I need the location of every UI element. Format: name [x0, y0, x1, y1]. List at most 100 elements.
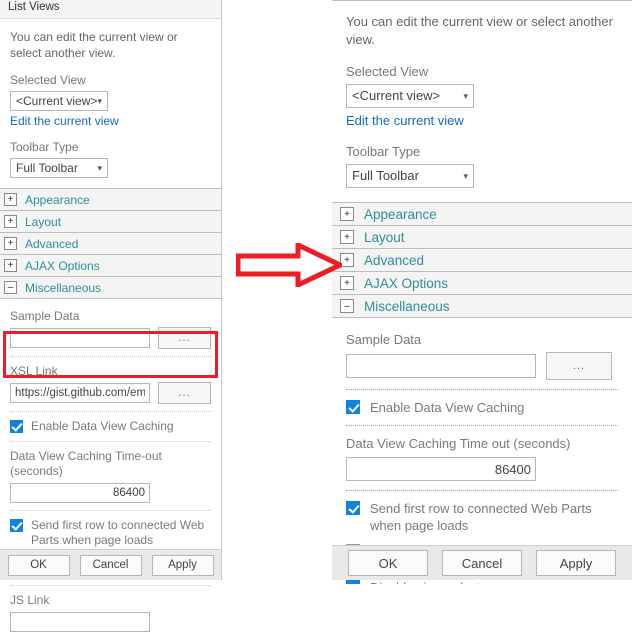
section-header-appearance[interactable]: + Appearance — [332, 203, 632, 227]
section-label: Miscellaneous — [364, 298, 450, 314]
chevron-down-icon: ▾ — [97, 163, 102, 174]
ok-button[interactable]: OK — [348, 550, 428, 576]
panel-intro-text: You can edit the current view or select … — [346, 14, 613, 47]
section-header-ajax-options[interactable]: + AJAX Options — [332, 272, 632, 296]
left-panel-footer: OK Cancel Apply — [0, 549, 221, 580]
edit-current-view-link[interactable]: Edit the current view — [346, 113, 464, 128]
send-first-row-label: Send first row to connected Web Parts wh… — [31, 518, 205, 548]
collapse-minus-icon[interactable]: – — [340, 299, 354, 314]
section-label: AJAX Options — [25, 258, 100, 273]
section-header-advanced[interactable]: + Advanced — [0, 233, 221, 256]
js-link-label: JS Link — [10, 593, 50, 608]
cancel-button[interactable]: Cancel — [442, 550, 522, 576]
section-label: AJAX Options — [364, 275, 449, 291]
section-label: Appearance — [364, 206, 437, 222]
apply-button[interactable]: Apply — [151, 554, 214, 576]
divider — [346, 490, 618, 492]
selected-view-dropdown[interactable]: <Current view> ▾ — [346, 84, 474, 109]
cache-timeout-label: Data View Caching Time out (seconds) — [346, 436, 571, 452]
disable-view-selector-checkbox[interactable] — [346, 580, 360, 585]
cache-timeout-input[interactable] — [346, 457, 536, 482]
apply-button[interactable]: Apply — [536, 550, 616, 576]
sample-data-input[interactable] — [346, 354, 536, 379]
enable-data-view-caching-label: Enable Data View Caching — [31, 419, 174, 434]
selected-view-label: Selected View — [346, 64, 429, 80]
divider — [10, 411, 211, 413]
selected-view-label: Selected View — [10, 73, 86, 88]
section-accordion: + Appearance + Layout + Advanced + AJAX … — [332, 202, 632, 319]
chevron-down-icon: ▾ — [463, 91, 468, 102]
enable-data-view-caching-row[interactable]: Enable Data View Caching — [346, 399, 618, 416]
enable-data-view-caching-row[interactable]: Enable Data View Caching — [10, 419, 211, 434]
toolbar-type-label: Toolbar Type — [10, 140, 79, 155]
red-arrow-annotation — [236, 243, 342, 287]
cancel-button[interactable]: Cancel — [79, 554, 142, 576]
section-label: Layout — [364, 229, 405, 245]
enable-data-view-caching-checkbox[interactable] — [10, 420, 23, 434]
divider — [346, 425, 618, 427]
xsl-link-label: XSL Link — [10, 364, 58, 379]
right-panel-footer: OK Cancel Apply — [332, 545, 632, 580]
section-label: Miscellaneous — [25, 280, 102, 295]
enable-data-view-caching-checkbox[interactable] — [346, 400, 360, 415]
cache-timeout-input[interactable] — [10, 483, 150, 504]
toolbar-type-dropdown[interactable]: Full Toolbar ▾ — [10, 158, 108, 179]
sample-data-browse-button[interactable]: ... — [158, 327, 211, 350]
divider — [10, 510, 211, 512]
enable-data-view-caching-label: Enable Data View Caching — [370, 400, 525, 416]
divider — [10, 441, 211, 443]
sample-data-input[interactable] — [10, 328, 150, 349]
send-first-row-row[interactable]: Send first row to connected Web Parts wh… — [346, 500, 618, 534]
send-first-row-checkbox[interactable] — [346, 501, 360, 516]
expand-plus-icon[interactable]: + — [4, 259, 17, 273]
selected-view-value: <Current view> — [16, 94, 98, 109]
section-label: Appearance — [25, 192, 90, 207]
section-label: Advanced — [25, 236, 79, 251]
js-link-input[interactable] — [10, 612, 150, 632]
section-header-miscellaneous[interactable]: – Miscellaneous — [0, 277, 221, 300]
section-header-advanced[interactable]: + Advanced — [332, 249, 632, 273]
divider — [10, 356, 211, 358]
expand-plus-icon[interactable]: + — [4, 193, 17, 207]
miscellaneous-section-body: Sample Data ... XSL Link ... Enable Data… — [0, 309, 221, 632]
send-first-row-checkbox[interactable] — [10, 519, 23, 533]
chevron-down-icon: ▾ — [97, 96, 102, 107]
edit-current-view-link[interactable]: Edit the current view — [10, 114, 119, 128]
toolbar-type-dropdown[interactable]: Full Toolbar ▾ — [346, 164, 474, 189]
toolbar-type-label: Toolbar Type — [346, 144, 421, 160]
panel-intro-text: You can edit the current view or select … — [10, 30, 178, 61]
right-webpart-panel-zoomed: You can edit the current view or select … — [332, 0, 632, 585]
selected-view-dropdown[interactable]: <Current view> ▾ — [10, 91, 108, 112]
chevron-down-icon: ▾ — [463, 171, 468, 182]
xsl-link-input[interactable] — [10, 383, 150, 404]
send-first-row-row[interactable]: Send first row to connected Web Parts wh… — [10, 518, 211, 548]
section-header-layout[interactable]: + Layout — [332, 226, 632, 250]
section-header-miscellaneous[interactable]: – Miscellaneous — [332, 295, 632, 319]
sample-data-browse-button[interactable]: ... — [546, 352, 612, 381]
send-first-row-label: Send first row to connected Web Parts wh… — [370, 501, 592, 534]
sample-data-label: Sample Data — [10, 309, 80, 324]
divider — [346, 389, 618, 391]
expand-plus-icon[interactable]: + — [4, 237, 17, 251]
expand-plus-icon[interactable]: + — [340, 253, 354, 268]
section-header-ajax-options[interactable]: + AJAX Options — [0, 255, 221, 278]
xsl-link-browse-button[interactable]: ... — [158, 382, 211, 405]
toolbar-type-value: Full Toolbar — [16, 161, 78, 176]
sample-data-label: Sample Data — [346, 332, 422, 348]
toolbar-type-value: Full Toolbar — [352, 168, 419, 184]
collapse-minus-icon[interactable]: – — [4, 281, 17, 295]
section-label: Advanced — [364, 252, 425, 268]
expand-plus-icon[interactable]: + — [340, 276, 354, 291]
section-label: Layout — [25, 214, 62, 229]
ok-button[interactable]: OK — [7, 554, 70, 576]
expand-plus-icon[interactable]: + — [340, 230, 354, 245]
divider — [10, 585, 211, 587]
webpart-panel-title: List Views — [0, 0, 221, 19]
cache-timeout-label: Data View Caching Time-out (seconds) — [10, 449, 162, 479]
section-header-appearance[interactable]: + Appearance — [0, 189, 221, 212]
left-webpart-panel: List Views You can edit the current view… — [0, 0, 222, 632]
section-header-layout[interactable]: + Layout — [0, 211, 221, 234]
section-accordion: + Appearance + Layout + Advanced + AJAX … — [0, 188, 221, 300]
expand-plus-icon[interactable]: + — [4, 215, 17, 229]
expand-plus-icon[interactable]: + — [340, 207, 354, 222]
